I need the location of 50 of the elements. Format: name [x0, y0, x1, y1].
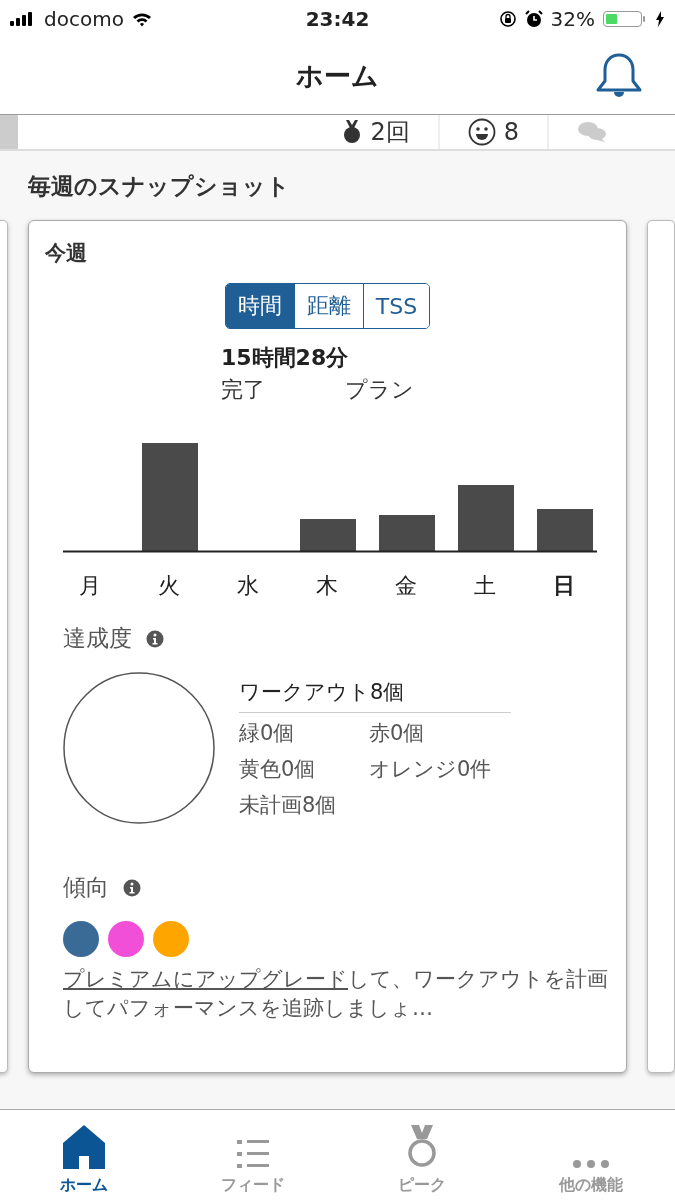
medal-icon [407, 1125, 436, 1169]
clock-time: 23:42 [305, 7, 370, 31]
day-label: 水 [236, 572, 260, 600]
upgrade-link[interactable]: プレミアムにアップグレード [63, 967, 348, 991]
total-time: 15時間28分 [221, 344, 350, 372]
plan-label: プラン [345, 376, 414, 404]
compliance-count: 黄色0個 [239, 756, 317, 783]
home-icon [63, 1125, 106, 1169]
side-card-edge [0, 115, 18, 149]
charging-icon [655, 11, 665, 27]
chart-bar [537, 509, 593, 551]
more-icon [572, 1159, 609, 1169]
compliance-count: オレンジ0件 [369, 756, 493, 783]
day-label: 火 [157, 572, 181, 600]
card-title: 今週 [45, 240, 88, 267]
medal-icon [342, 120, 363, 144]
day-label: 土 [473, 572, 497, 600]
chart-bar [379, 515, 435, 551]
compliance-count: 緑0個 [239, 720, 296, 747]
info-icon[interactable] [146, 629, 164, 648]
chart-bar [300, 519, 356, 551]
completed-label: 完了 [221, 376, 265, 404]
day-label: 月 [78, 572, 102, 600]
battery-icon [603, 11, 647, 27]
smile-count: 8 [503, 118, 519, 146]
workout-count: ワークアウト8個 [239, 672, 511, 713]
tab-bar-item[interactable]: ホーム [0, 1110, 169, 1200]
rotation-lock-icon [498, 10, 517, 28]
chart-bar [458, 485, 514, 551]
upgrade-text: プレミアムにアップグレード して、ワークアウトを計画してパフォーマンスを追跡しましょ… [63, 966, 608, 1023]
bell-icon[interactable] [595, 52, 643, 98]
compliance-count: 赤0個 [369, 720, 426, 747]
compliance-title: 達成度 [63, 624, 132, 653]
info-icon[interactable] [123, 878, 141, 897]
segment-tab[interactable]: TSS [362, 284, 430, 328]
alarm-icon [524, 10, 543, 28]
page-title: ホーム [296, 59, 379, 93]
trend-title: 傾向 [63, 873, 109, 902]
list-icon [237, 1139, 270, 1169]
medal-count: 2回 [370, 117, 410, 148]
wifi-icon [131, 11, 152, 27]
carrier-name: docomo [44, 7, 124, 31]
segment-tab[interactable]: 時間 [225, 284, 294, 328]
smiley-icon [467, 118, 496, 146]
day-label: 日 [552, 572, 576, 600]
battery-percent: 32% [550, 7, 595, 31]
day-label: 木 [315, 572, 339, 600]
compliance-count: 未計画8個 [239, 792, 338, 819]
section-title: 毎週のスナップショット [27, 172, 291, 201]
day-label: 金 [394, 572, 418, 600]
